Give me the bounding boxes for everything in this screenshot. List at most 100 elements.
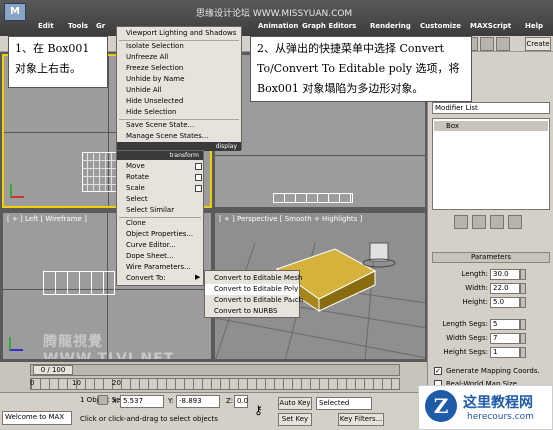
scale-settings-icon[interactable] xyxy=(195,185,202,192)
length-spinner[interactable] xyxy=(520,269,526,280)
menu-clone[interactable]: Clone xyxy=(117,218,203,229)
app-icon[interactable]: M xyxy=(4,3,26,21)
axis-gizmo-left xyxy=(9,337,23,351)
y-coordinate[interactable]: -8.893 xyxy=(176,395,220,408)
menu-rendering[interactable]: Rendering xyxy=(370,22,411,30)
key-filters-button[interactable]: Key Filters... xyxy=(338,413,384,426)
snap-icon[interactable] xyxy=(496,37,510,51)
menu-bar: M 思缘设计论坛 WWW.MISSYUAN.COM Edit Tools Gr … xyxy=(0,0,553,36)
z-coordinate[interactable]: 0.0 xyxy=(234,395,248,408)
site-logo: Z 这里教程网 herecours.com xyxy=(418,385,553,430)
box-left-wireframe[interactable] xyxy=(43,271,115,295)
track-bar[interactable] xyxy=(30,378,400,390)
auto-key-button[interactable]: Auto Key xyxy=(278,397,312,410)
note2-line1: 2、从弹出的快捷菜单中选择 Convert xyxy=(257,42,445,55)
menu-rotate[interactable]: Rotate xyxy=(117,172,203,183)
height-segs-input[interactable]: 1 xyxy=(490,347,520,358)
width-segs-input[interactable]: 7 xyxy=(490,333,520,344)
menu-group[interactable]: Gr xyxy=(96,22,105,30)
menu-tools[interactable]: Tools xyxy=(68,22,88,30)
submenu-arrow-icon: ▶ xyxy=(195,273,201,281)
menu-convert-mesh[interactable]: Convert to Editable Mesh xyxy=(205,273,302,284)
menu-convert-patch[interactable]: Convert to Editable Patch xyxy=(205,295,303,306)
height-segs-label: Height Segs: xyxy=(443,348,488,356)
modifier-stack: Box xyxy=(432,118,550,210)
gen-mapping-label: Generate Mapping Coords. xyxy=(446,367,540,375)
menu-edit[interactable]: Edit xyxy=(38,22,54,30)
menu-graph-editors[interactable]: Graph Editors xyxy=(302,22,356,30)
move-settings-icon[interactable] xyxy=(195,163,202,170)
menu-help[interactable]: Help xyxy=(525,22,543,30)
menu-curve-editor[interactable]: Curve Editor... xyxy=(117,240,203,251)
width-spinner[interactable] xyxy=(520,283,526,294)
menu-unfreeze-all[interactable]: Unfreeze All xyxy=(117,52,241,63)
tick-10: 10 xyxy=(72,379,81,387)
menu-save-scene-state[interactable]: Save Scene State... xyxy=(117,120,241,131)
site-title: 思缘设计论坛 WWW.MISSYUAN.COM xyxy=(196,9,353,19)
note1-line1: 1、在 Box001 xyxy=(15,42,90,55)
parameters-header-label: Parameters xyxy=(470,253,512,261)
menu-select-similar[interactable]: Select Similar xyxy=(117,205,203,216)
box-front-wireframe[interactable] xyxy=(273,193,353,203)
menu-freeze-selection[interactable]: Freeze Selection xyxy=(117,63,241,74)
menu-unhide-all[interactable]: Unhide All xyxy=(117,85,241,96)
tick-20: 20 xyxy=(112,379,121,387)
set-key-button[interactable]: Set Key xyxy=(278,413,312,426)
quad-menu-display: Viewport Lighting and Shadows Isolate Se… xyxy=(116,26,242,151)
time-slider-thumb[interactable]: 0 / 100 xyxy=(33,365,73,375)
x-label: X: xyxy=(112,397,120,405)
viewport-watermark: 腾龍視覺 WWW.TLVI.NET xyxy=(43,334,175,360)
menu-maxscript[interactable]: MAXScript xyxy=(470,22,511,30)
x-coordinate[interactable]: 5.537 xyxy=(120,395,164,408)
scale-icon[interactable] xyxy=(480,37,494,51)
lock-icon[interactable] xyxy=(98,395,108,405)
height-input[interactable]: 5.0 xyxy=(490,297,520,308)
note2-line3: Box001 对象塌陷为多边形对象。 xyxy=(257,82,424,95)
width-segs-spinner[interactable] xyxy=(520,333,526,344)
width-input[interactable]: 22.0 xyxy=(490,283,520,294)
menu-animation[interactable]: Animation xyxy=(258,22,298,30)
pin-stack-icon[interactable] xyxy=(454,215,468,229)
menu-object-properties[interactable]: Object Properties... xyxy=(117,229,203,240)
gen-mapping-checkbox[interactable]: ✓ xyxy=(434,367,442,375)
timeline: 0 / 100 0 10 20 xyxy=(0,362,427,392)
axis-gizmo xyxy=(10,184,24,198)
menu-dope-sheet[interactable]: Dope Sheet... xyxy=(117,251,203,262)
length-segs-input[interactable]: 5 xyxy=(490,319,520,330)
key-icon[interactable]: ⚷ xyxy=(254,403,263,417)
menu-unhide-by-name[interactable]: Unhide by Name xyxy=(117,74,241,85)
remove-modifier-icon[interactable] xyxy=(508,215,522,229)
height-segs-spinner[interactable] xyxy=(520,347,526,358)
maxscript-listener[interactable]: Welcome to MAX xyxy=(2,411,72,425)
menu-hide-unselected[interactable]: Hide Unselected xyxy=(117,96,241,107)
menu-convert-poly[interactable]: Convert to Editable Poly xyxy=(205,284,299,295)
length-input[interactable]: 30.0 xyxy=(490,269,520,280)
menu-viewport-lighting[interactable]: Viewport Lighting and Shadows xyxy=(117,28,241,39)
time-slider[interactable]: 0 / 100 xyxy=(30,364,400,376)
menu-manage-scene-states[interactable]: Manage Scene States... xyxy=(117,131,241,142)
parameters-rollout-header[interactable]: Parameters xyxy=(432,252,550,263)
height-spinner[interactable] xyxy=(520,297,526,308)
show-end-result-icon[interactable] xyxy=(472,215,486,229)
left-viewport-label: [ + ] Left [ Wireframe ] xyxy=(7,215,87,223)
menu-customize[interactable]: Customize xyxy=(420,22,461,30)
stack-controls xyxy=(454,214,534,230)
make-unique-icon[interactable] xyxy=(490,215,504,229)
modifier-list-dropdown[interactable]: Modifier List xyxy=(432,102,550,114)
menu-hide-selection[interactable]: Hide Selection xyxy=(117,107,241,118)
menu-move[interactable]: Move xyxy=(117,161,203,172)
stack-item-box[interactable]: Box xyxy=(434,121,548,131)
length-segs-spinner[interactable] xyxy=(520,319,526,330)
create-button[interactable]: Create xyxy=(525,37,551,51)
menu-wire-parameters[interactable]: Wire Parameters... xyxy=(117,262,203,273)
convert-submenu: Convert to Editable Mesh Convert to Edit… xyxy=(204,270,303,318)
menu-convert-nurbs[interactable]: Convert to NURBS xyxy=(205,306,299,317)
selection-set-dropdown[interactable]: Selected xyxy=(316,397,372,410)
menu-isolate-selection[interactable]: Isolate Selection xyxy=(117,41,241,52)
rotate-settings-icon[interactable] xyxy=(195,174,202,181)
menu-scale[interactable]: Scale xyxy=(117,183,203,194)
menu-select[interactable]: Select xyxy=(117,194,203,205)
modifier-list-label: Modifier List xyxy=(435,104,478,112)
y-label: Y: xyxy=(168,397,174,405)
menu-convert-to[interactable]: Convert To: xyxy=(117,273,203,284)
